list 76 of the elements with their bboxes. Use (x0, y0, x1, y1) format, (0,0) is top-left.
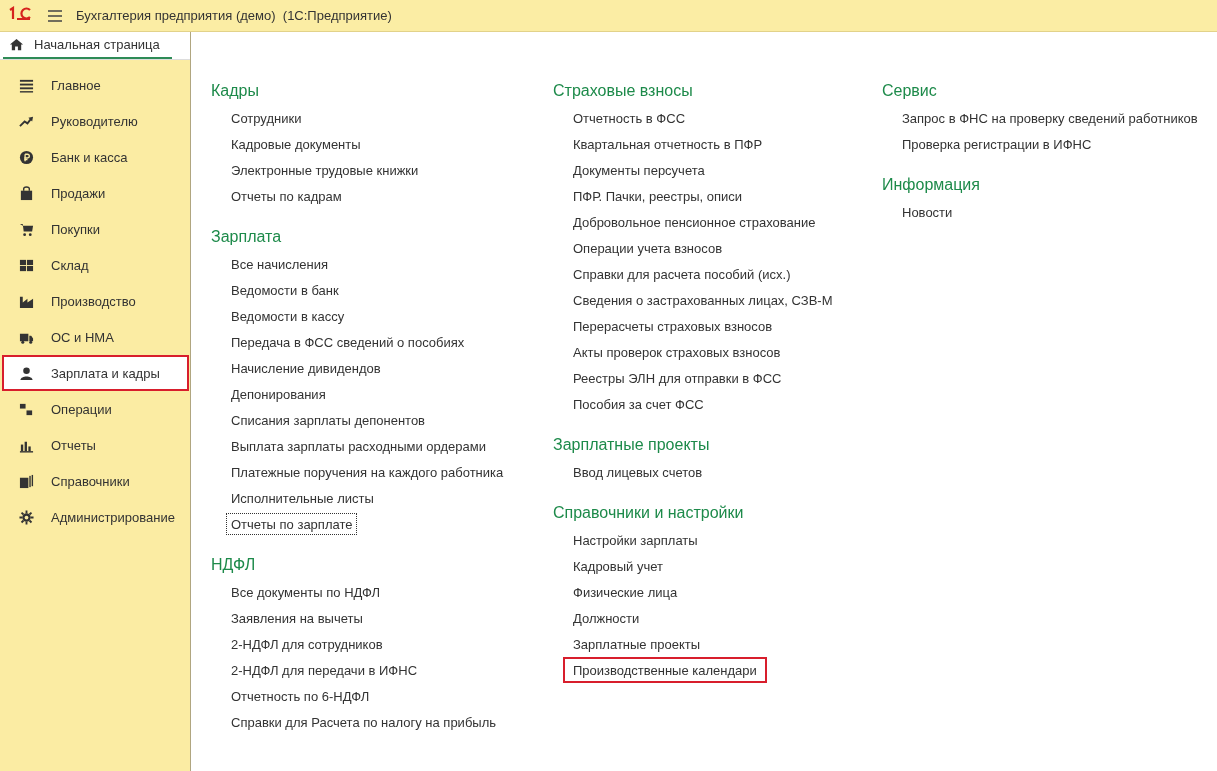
grid-icon (19, 257, 34, 273)
blocks-icon (19, 401, 34, 417)
menu-link[interactable]: Новости (897, 199, 958, 225)
menu-link[interactable]: Перерасчеты страховых взносов (568, 313, 778, 339)
menu-link[interactable]: Все документы по НДФЛ (226, 579, 386, 605)
menu-link[interactable]: Отчеты по кадрам (226, 183, 347, 209)
sidebar-item[interactable]: Склад (2, 247, 189, 283)
menu-link[interactable]: Реестры ЭЛН для отправки в ФСС (568, 365, 787, 391)
menu-link[interactable]: Запрос в ФНС на проверку сведений работников (897, 105, 1203, 131)
lines-icon (19, 77, 34, 93)
sidebar-item[interactable]: Администрирование (2, 499, 189, 535)
section-heading: Кадры (211, 82, 259, 100)
menu-link[interactable]: Документы персучета (568, 157, 710, 183)
menu-link[interactable]: Зарплатные проекты (568, 631, 706, 657)
menu-link[interactable]: Акты проверок страховых взносов (568, 339, 786, 365)
menu-link[interactable]: Отчеты по зарплате (226, 513, 358, 535)
menu-link[interactable]: Проверка регистрации в ИФНС (897, 131, 1097, 157)
section-heading: Информация (882, 176, 980, 194)
books-icon (19, 473, 34, 489)
menu-link[interactable]: Списания зарплаты депонентов (226, 407, 431, 433)
menu-link[interactable]: Передача в ФСС сведений о пособиях (226, 329, 470, 355)
menu-link[interactable]: Отчетность в ФСС (568, 105, 691, 131)
person-icon (19, 365, 34, 381)
menu-link[interactable]: Кадровые документы (226, 131, 366, 157)
menu-link[interactable]: Выплата зарплаты расходными ордерами (226, 433, 491, 459)
menu-link[interactable]: Сотрудники (226, 105, 307, 131)
menu-link[interactable]: Электронные трудовые книжки (226, 157, 424, 183)
sidebar-item[interactable]: Отчеты (2, 427, 189, 463)
section-heading: Сервис (882, 82, 937, 100)
menu-link[interactable]: Исполнительные листы (226, 485, 379, 511)
section-heading: НДФЛ (211, 556, 256, 574)
window-title: Бухгалтерия предприятия (демо) (1С:Предприятие) (76, 8, 392, 23)
menu-link[interactable]: Справки для Расчета по налогу на прибыль (226, 709, 502, 735)
menu-link[interactable]: Депонирования (226, 381, 331, 407)
sidebar-item[interactable]: Руководителю (2, 103, 189, 139)
sidebar-item[interactable]: ОС и НМА (2, 319, 189, 355)
menu-link[interactable]: Квартальная отчетность в ПФР (568, 131, 768, 157)
menu-link[interactable]: Ввод лицевых счетов (568, 459, 708, 485)
menu-link[interactable]: Физические лица (568, 579, 683, 605)
menu-link[interactable]: Кадровый учет (568, 553, 668, 579)
menu-link[interactable]: Ведомости в кассу (226, 303, 350, 329)
menu-icon[interactable] (48, 9, 62, 22)
cart-icon (19, 221, 34, 237)
settings-icon (19, 509, 34, 525)
menu-link[interactable]: 2-НДФЛ для сотрудников (226, 631, 388, 657)
sidebar-item[interactable]: Производство (2, 283, 189, 319)
menu-link[interactable]: Заявления на вычеты (226, 605, 368, 631)
sidebar-item[interactable]: Главное (2, 67, 189, 103)
coin-icon (19, 149, 34, 165)
menu-link[interactable]: Платежные поручения на каждого работника (226, 459, 509, 485)
menu-link[interactable]: Справки для расчета пособий (исх.) (568, 261, 796, 287)
home-icon (9, 37, 24, 52)
sidebar-item[interactable]: Зарплата и кадры (2, 355, 189, 391)
menu-link[interactable]: Должности (568, 605, 645, 631)
menu-link[interactable]: Настройки зарплаты (568, 527, 703, 553)
sidebar-item[interactable]: Банк и касса (2, 139, 189, 175)
menu-link[interactable]: Производственные календари (563, 657, 767, 683)
menu-link[interactable]: Пособия за счет ФСС (568, 391, 709, 417)
bag-icon (19, 185, 34, 201)
section-heading: Зарплатные проекты (553, 436, 710, 454)
menu-link[interactable]: Сведения о застрахованных лицах, СЗВ-М (568, 287, 838, 313)
sidebar-item[interactable]: Покупки (2, 211, 189, 247)
menu-link[interactable]: Добровольное пенсионное страхование (568, 209, 821, 235)
menu-link[interactable]: Начисление дивидендов (226, 355, 386, 381)
section-heading: Страховые взносы (553, 82, 693, 100)
sidebar-item[interactable]: Операции (2, 391, 189, 427)
menu-link[interactable]: ПФР. Пачки, реестры, описи (568, 183, 748, 209)
sidebar-item[interactable]: Справочники (2, 463, 189, 499)
menu-link[interactable]: Операции учета взносов (568, 235, 728, 261)
section-heading: Справочники и настройки (553, 504, 744, 522)
section-heading: Зарплата (211, 228, 282, 246)
menu-link[interactable]: Все начисления (226, 251, 333, 277)
menu-link[interactable]: 2-НДФЛ для передачи в ИФНС (226, 657, 423, 683)
sidebar-item[interactable]: Продажи (2, 175, 189, 211)
menu-link[interactable]: Ведомости в банк (226, 277, 344, 303)
menu-link[interactable]: Отчетность по 6-НДФЛ (226, 683, 375, 709)
